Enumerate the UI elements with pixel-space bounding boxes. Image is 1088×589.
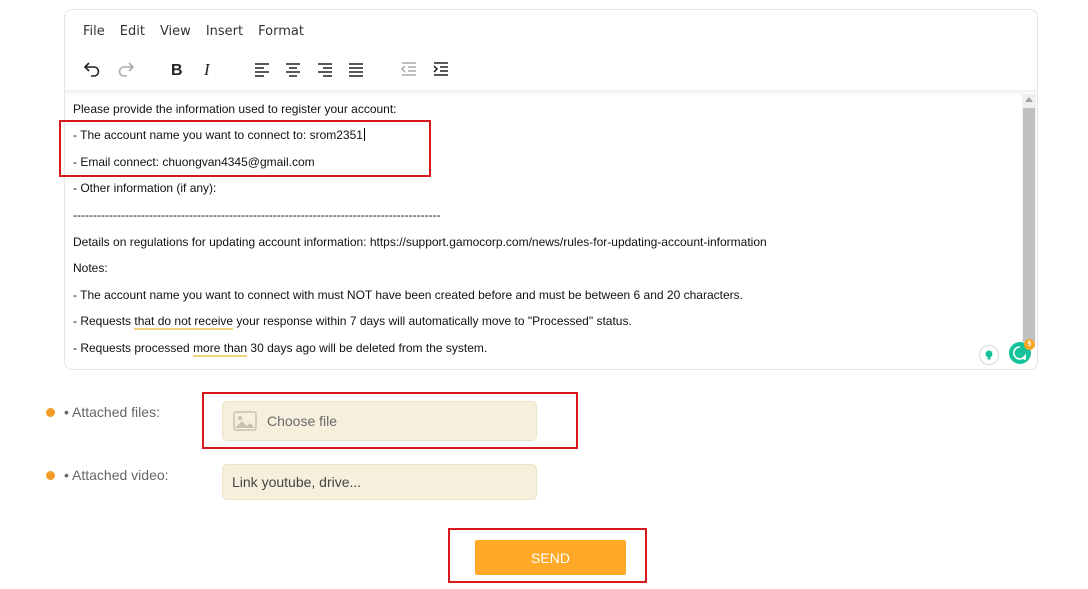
menu-view[interactable]: View	[160, 24, 191, 39]
attached-files-text: • Attached files:	[64, 404, 160, 420]
editor-scrollbar[interactable]	[1022, 94, 1036, 342]
text-span: your response within 7 days will automat…	[233, 314, 632, 328]
email-line: - Email connect: chuongvan4345@gmail.com	[73, 155, 315, 169]
align-center-icon[interactable]	[280, 56, 306, 82]
lightbulb-icon[interactable]	[979, 345, 999, 365]
body-line: - Requests processed more than 30 days a…	[73, 341, 488, 357]
editor-menubar: File Edit View Insert Format	[83, 24, 319, 39]
scrollbar-thumb[interactable]	[1023, 108, 1035, 342]
toolbar-divider	[65, 90, 1037, 96]
svg-text:I: I	[203, 60, 211, 78]
text-span: 30 days ago will be deleted from the sys…	[247, 341, 488, 355]
text-cursor	[363, 128, 365, 141]
text-span: - Requests processed	[73, 341, 194, 355]
indent-icon[interactable]	[428, 56, 454, 82]
attached-video-text: • Attached video:	[64, 467, 169, 483]
align-justify-icon[interactable]	[343, 56, 369, 82]
editor-toolbar: B I	[79, 56, 1019, 84]
attached-files-label: • Attached files:	[46, 404, 160, 420]
send-button[interactable]: SEND	[475, 540, 626, 575]
scroll-up-icon[interactable]	[1025, 97, 1033, 102]
attached-video-label: • Attached video:	[46, 467, 169, 483]
body-line: - Other information (if any):	[73, 181, 217, 195]
italic-icon[interactable]: I	[195, 56, 221, 82]
image-icon	[233, 411, 257, 431]
menu-edit[interactable]: Edit	[120, 24, 145, 39]
body-line: Please provide the information used to r…	[73, 102, 397, 116]
body-line: Details on regulations for updating acco…	[73, 235, 767, 249]
grammar-underline[interactable]: that do not receive	[134, 314, 234, 330]
menu-file[interactable]: File	[83, 24, 105, 39]
rich-text-editor[interactable]: File Edit View Insert Format B I Please …	[64, 9, 1038, 370]
video-link-input[interactable]: Link youtube, drive...	[222, 464, 537, 500]
choose-file-placeholder: Choose file	[267, 413, 338, 429]
grammarly-icon[interactable]: 5	[1009, 339, 1035, 364]
grammarly-badge: 5	[1024, 339, 1035, 350]
body-line: - The account name you want to connect w…	[73, 288, 743, 302]
svg-text:B: B	[171, 62, 183, 78]
undo-icon[interactable]	[79, 56, 105, 82]
align-right-icon[interactable]	[312, 56, 338, 82]
account-name-text: - The account name you want to connect t…	[73, 128, 363, 142]
menu-insert[interactable]: Insert	[206, 24, 243, 39]
account-name-line: - The account name you want to connect t…	[73, 128, 365, 142]
bullet-dot	[46, 407, 55, 417]
align-left-icon[interactable]	[249, 56, 275, 82]
grammar-underline[interactable]: more than	[193, 341, 248, 357]
bullet-dot	[46, 470, 55, 480]
body-line: Notes:	[73, 261, 108, 275]
choose-file-input[interactable]: Choose file	[222, 401, 537, 441]
menu-format[interactable]: Format	[258, 24, 304, 39]
body-line: - Requests that do not receive your resp…	[73, 314, 632, 330]
redo-icon[interactable]	[113, 56, 139, 82]
separator-line: ----------------------------------------…	[73, 208, 441, 222]
outdent-icon[interactable]	[396, 56, 422, 82]
video-link-placeholder: Link youtube, drive...	[232, 474, 362, 490]
text-span: - Requests	[73, 314, 135, 328]
bold-icon[interactable]: B	[163, 56, 189, 82]
